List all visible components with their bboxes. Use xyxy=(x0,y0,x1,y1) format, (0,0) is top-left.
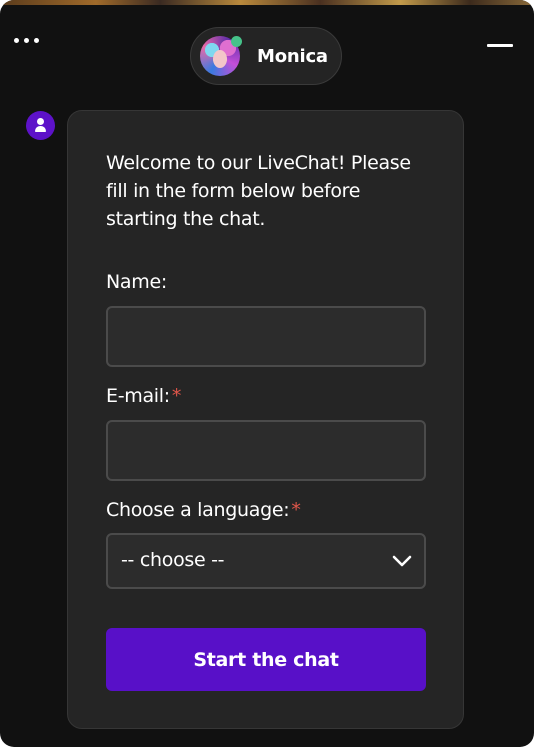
minimize-icon xyxy=(487,44,513,47)
more-horizontal-icon xyxy=(14,37,19,43)
email-label: E-mail: * xyxy=(106,385,182,407)
name-field[interactable] xyxy=(106,306,426,367)
required-asterisk: * xyxy=(171,385,182,407)
prechat-form: Welcome to our LiveChat! Please fill in … xyxy=(67,110,464,729)
welcome-message: Welcome to our LiveChat! Please fill in … xyxy=(106,152,411,230)
language-select[interactable]: -- choose -- xyxy=(106,533,426,589)
background-banner xyxy=(0,0,534,5)
start-chat-button[interactable]: Start the chat xyxy=(106,628,426,691)
email-field[interactable] xyxy=(106,420,426,481)
online-status-icon xyxy=(231,36,242,47)
name-label: Name: xyxy=(106,271,167,293)
language-label: Choose a language: * xyxy=(106,499,301,521)
required-asterisk: * xyxy=(291,499,301,521)
livechat-widget: Monica Welcome to our LiveChat! Please f… xyxy=(0,0,534,747)
agent-header: Monica xyxy=(190,27,342,85)
minimize-button[interactable] xyxy=(484,32,516,52)
language-select-value: -- choose -- xyxy=(121,549,225,571)
more-options-button[interactable] xyxy=(14,30,50,50)
user-icon xyxy=(26,111,55,140)
chevron-down-icon xyxy=(392,555,412,567)
agent-name: Monica xyxy=(257,45,328,67)
